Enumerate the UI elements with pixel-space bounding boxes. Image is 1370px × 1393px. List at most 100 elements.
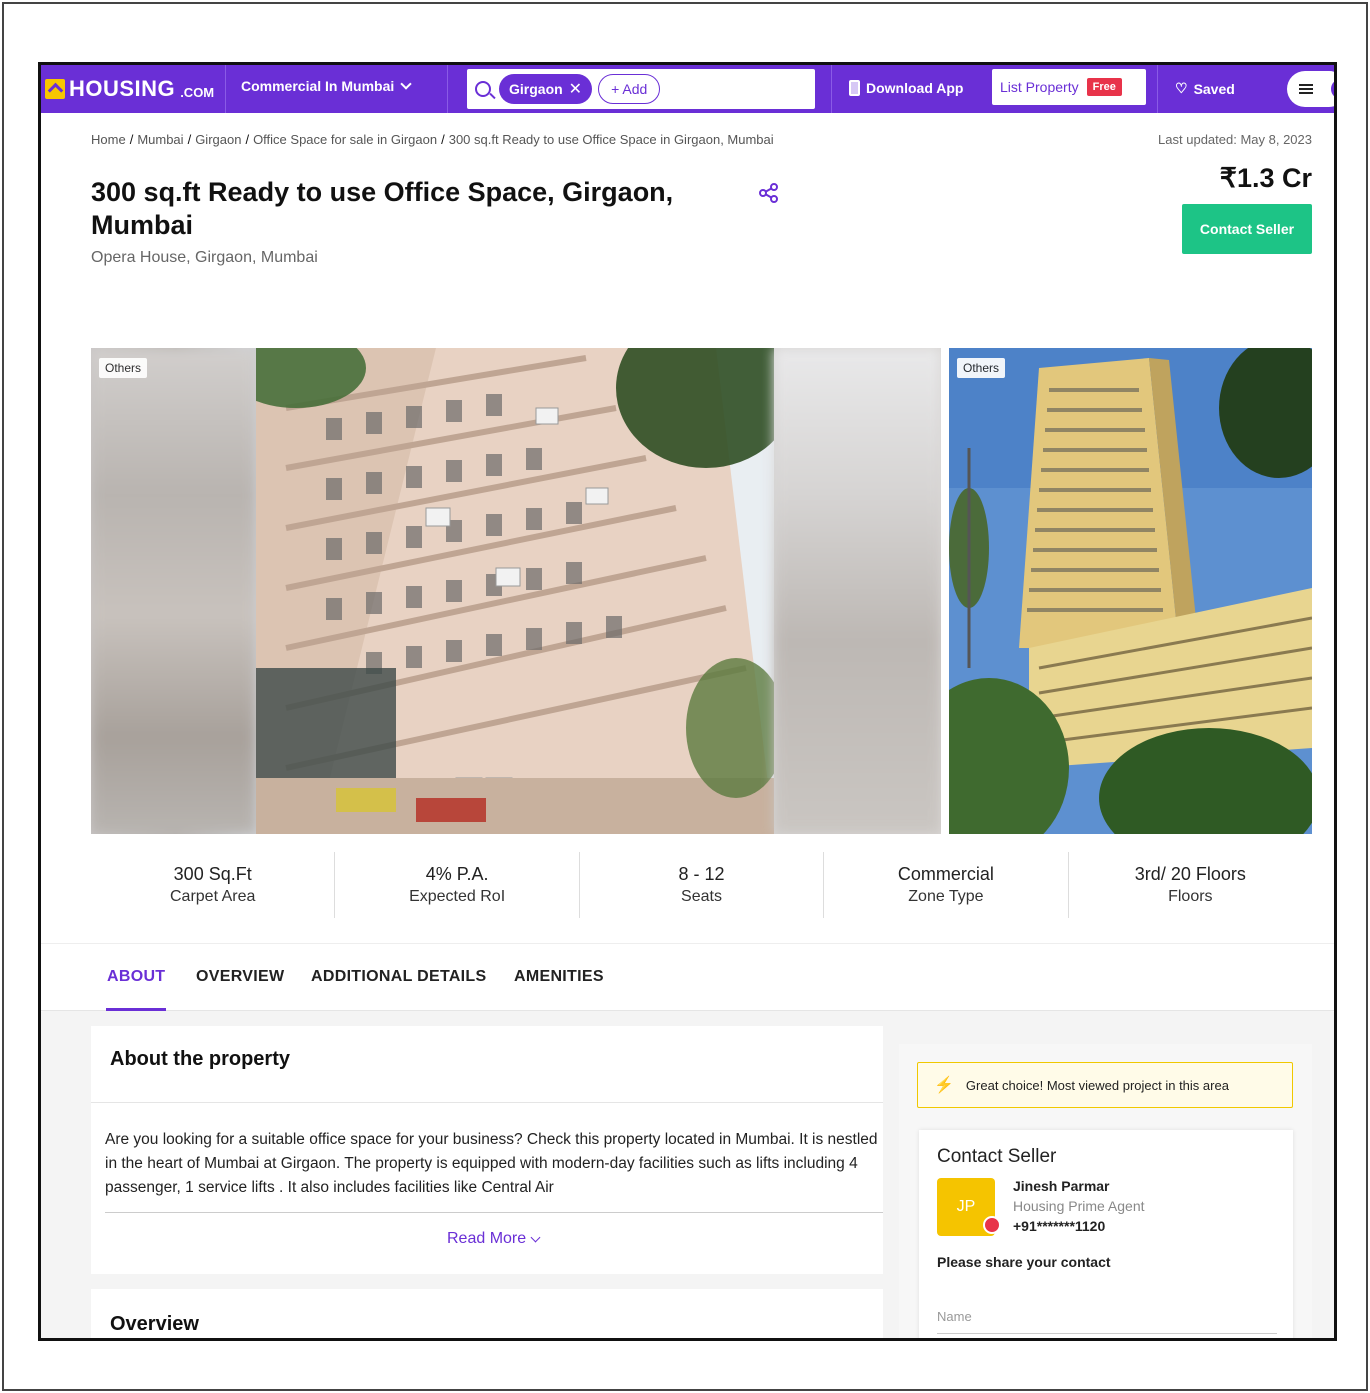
breadcrumb-item-locality[interactable]: Girgaon — [195, 132, 241, 147]
last-updated: Last updated: May 8, 2023 — [1158, 132, 1312, 147]
page-title: 300 sq.ft Ready to use Office Space, Gir… — [91, 177, 674, 240]
divider — [91, 1102, 883, 1103]
breadcrumb-item-category[interactable]: Office Space for sale in Girgaon — [253, 132, 437, 147]
chevron-down-icon — [530, 1232, 541, 1242]
about-description: Are you looking for a suitable office sp… — [105, 1131, 878, 1196]
about-section: About the property Are you looking for a… — [91, 1026, 883, 1274]
nav-divider — [447, 65, 448, 113]
tab-overview[interactable]: OVERVIEW — [196, 968, 284, 986]
contact-sidebar: ⚡ Great choice! Most viewed project in t… — [899, 1044, 1312, 1338]
share-icon[interactable] — [758, 182, 780, 204]
tab-amenities[interactable]: AMENITIES — [514, 968, 604, 986]
close-icon[interactable]: ✕ — [569, 79, 582, 99]
location-chip[interactable]: Girgaon ✕ — [499, 74, 593, 104]
stat-value: 8 - 12 — [678, 864, 725, 884]
list-property-label: List Property — [1000, 79, 1079, 95]
category-dropdown[interactable]: Commercial In Mumbai — [241, 78, 412, 94]
download-app-link[interactable]: Download App — [849, 80, 963, 96]
avatar — [1329, 77, 1334, 101]
breadcrumb-separator: / — [441, 132, 445, 147]
tab-additional-details[interactable]: ADDITIONAL DETAILS — [311, 968, 486, 986]
logo-text: HOUSING — [69, 76, 176, 101]
stat-value: 300 Sq.Ft — [173, 864, 252, 884]
stat-label: Carpet Area — [170, 888, 256, 905]
overview-section: Overview — [91, 1289, 883, 1338]
photo-gallery: Others Others — [91, 348, 1312, 834]
breadcrumb-item-current: 300 sq.ft Ready to use Office Space in G… — [448, 132, 774, 147]
breadcrumb-separator: / — [245, 132, 250, 147]
stat-floors: 3rd/ 20 Floors Floors — [1069, 852, 1312, 918]
list-property-button[interactable]: List Property Free — [992, 69, 1146, 105]
stat-seats: 8 - 12 Seats — [580, 852, 825, 918]
overview-title: Overview — [110, 1313, 199, 1335]
heart-icon: ♡ — [1175, 80, 1188, 96]
top-navbar: HOUSING .COM Commercial In Mumbai Girgao… — [41, 65, 1334, 113]
stat-carpet-area: 300 Sq.Ft Carpet Area — [91, 852, 336, 918]
agent-phone: +91*******1120 — [1013, 1218, 1106, 1234]
category-label: Commercial In Mumbai — [241, 78, 395, 94]
nav-divider — [225, 65, 226, 113]
location-chip-label: Girgaon — [509, 81, 563, 97]
photo-blur-right — [774, 348, 941, 834]
breadcrumb-item-city[interactable]: Mumbai — [137, 132, 183, 147]
breadcrumb: Home / Mumbai / Girgaon / Office Space f… — [91, 132, 774, 147]
add-location-button[interactable]: + Add — [598, 74, 661, 104]
stat-zone-type: Commercial Zone Type — [824, 852, 1069, 918]
lightning-icon: ⚡ — [934, 1077, 954, 1094]
contact-form-title: Contact Seller — [937, 1146, 1057, 1167]
stat-label: Seats — [681, 888, 722, 905]
secondary-photo[interactable]: Others — [949, 348, 1312, 834]
download-app-label: Download App — [866, 80, 964, 96]
stat-label: Expected RoI — [409, 888, 506, 905]
section-tabs: ABOUT OVERVIEW ADDITIONAL DETAILS AMENIT… — [41, 943, 1334, 1011]
tab-about[interactable]: ABOUT — [107, 968, 165, 986]
photo-category-tag: Others — [957, 358, 1006, 378]
menu-button[interactable] — [1287, 71, 1334, 107]
divider — [105, 1212, 883, 1213]
search-icon[interactable] — [475, 81, 491, 97]
agent-role: Housing Prime Agent — [1013, 1198, 1145, 1214]
stat-label: Floors — [1168, 888, 1213, 905]
property-location: Opera House, Girgaon, Mumbai — [91, 249, 318, 266]
main-photo[interactable]: Others — [91, 348, 941, 834]
stat-label: Zone Type — [908, 888, 984, 905]
name-field[interactable] — [937, 1300, 1277, 1334]
stat-expected-roi: 4% P.A. Expected RoI — [335, 852, 580, 918]
photo-category-tag: Others — [99, 358, 148, 378]
content-area: About the property Are you looking for a… — [41, 1012, 1334, 1338]
phone-icon — [849, 80, 860, 96]
read-more-label: Read More — [447, 1230, 527, 1247]
housing-logo[interactable]: HOUSING .COM — [45, 75, 214, 103]
active-tab-indicator — [106, 1008, 166, 1011]
chevron-down-icon — [400, 78, 412, 90]
about-title: About the property — [110, 1048, 290, 1070]
nav-divider — [1157, 65, 1158, 113]
contact-seller-form: Contact Seller JP Jinesh Parmar Housing … — [919, 1130, 1293, 1338]
agent-name: Jinesh Parmar — [1013, 1178, 1110, 1194]
saved-label: Saved — [1193, 80, 1235, 97]
read-more-button[interactable]: Read More — [447, 1230, 541, 1248]
great-choice-text: Great choice! Most viewed project in thi… — [965, 1077, 1229, 1093]
key-stats: 300 Sq.Ft Carpet Area 4% P.A. Expected R… — [91, 852, 1312, 918]
stat-value: 3rd/ 20 Floors — [1134, 864, 1246, 884]
breadcrumb-separator: / — [187, 132, 192, 147]
hamburger-icon — [1299, 84, 1313, 94]
breadcrumb-separator: / — [129, 132, 134, 147]
breadcrumb-item-home[interactable]: Home — [91, 132, 126, 147]
browser-page: HOUSING .COM Commercial In Mumbai Girgao… — [38, 62, 1337, 1341]
tower-photo — [949, 348, 1312, 834]
saved-link[interactable]: ♡ Saved — [1175, 80, 1235, 97]
contact-seller-button[interactable]: Contact Seller — [1182, 204, 1312, 254]
free-badge: Free — [1086, 78, 1122, 96]
share-contact-prompt: Please share your contact — [937, 1254, 1111, 1270]
nav-divider — [831, 65, 832, 113]
building-photo — [256, 348, 774, 834]
prime-badge-icon — [983, 1216, 1001, 1234]
house-logo-icon — [45, 79, 65, 99]
stat-value: Commercial — [897, 864, 994, 884]
stat-value: 4% P.A. — [425, 864, 489, 884]
logo-suffix: .COM — [180, 84, 215, 100]
search-box[interactable]: Girgaon ✕ + Add — [467, 69, 815, 109]
property-price: ₹1.3 Cr — [1219, 163, 1312, 193]
photo-blur-left — [91, 348, 256, 834]
